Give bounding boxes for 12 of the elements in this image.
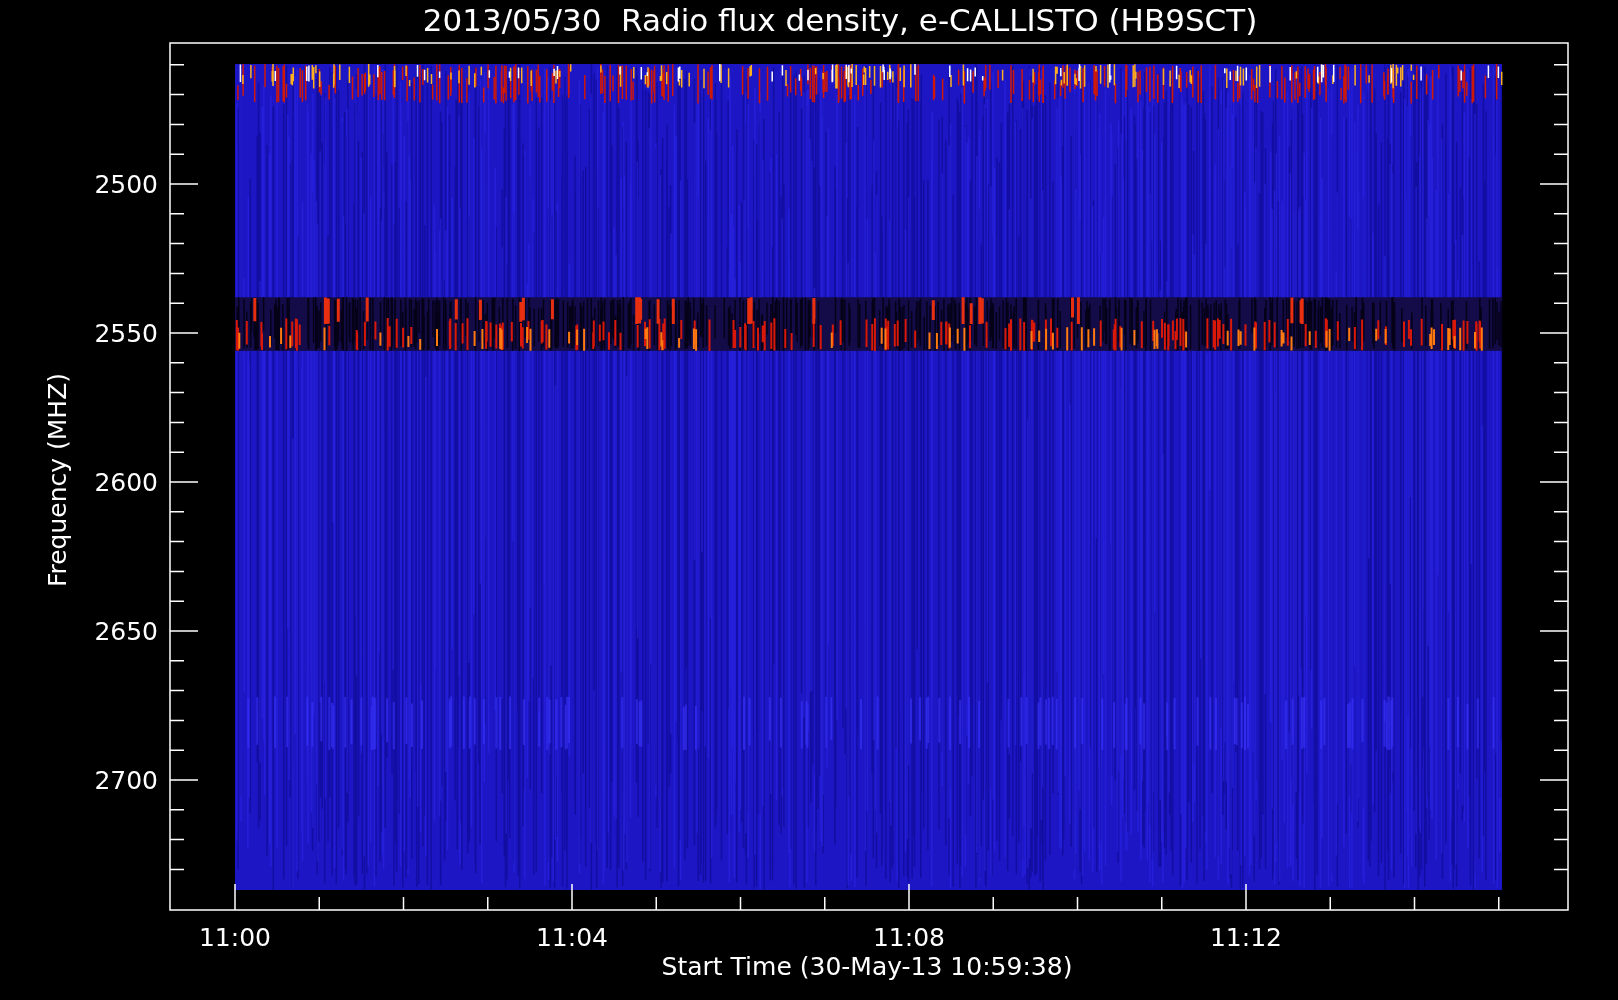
x-tick-label: 11:04 xyxy=(536,923,608,952)
chart-title: 2013/05/30 Radio flux density, e-CALLISTO (HB9SCT) xyxy=(422,2,1258,38)
y-tick-label: 2650 xyxy=(94,617,158,646)
y-tick-label: 2500 xyxy=(94,170,158,199)
x-tick-label: 11:12 xyxy=(1210,923,1282,952)
x-tick-label: 11:08 xyxy=(873,923,945,952)
y-tick-label: 2600 xyxy=(94,468,158,497)
y-tick-label: 2550 xyxy=(94,319,158,348)
x-tick-label: 11:00 xyxy=(199,923,271,952)
x-axis-label: Start Time (30-May-13 10:59:38) xyxy=(661,952,1073,981)
y-axis-label: Frequency (MHZ) xyxy=(43,372,72,588)
y-tick-label: 2700 xyxy=(94,766,158,795)
